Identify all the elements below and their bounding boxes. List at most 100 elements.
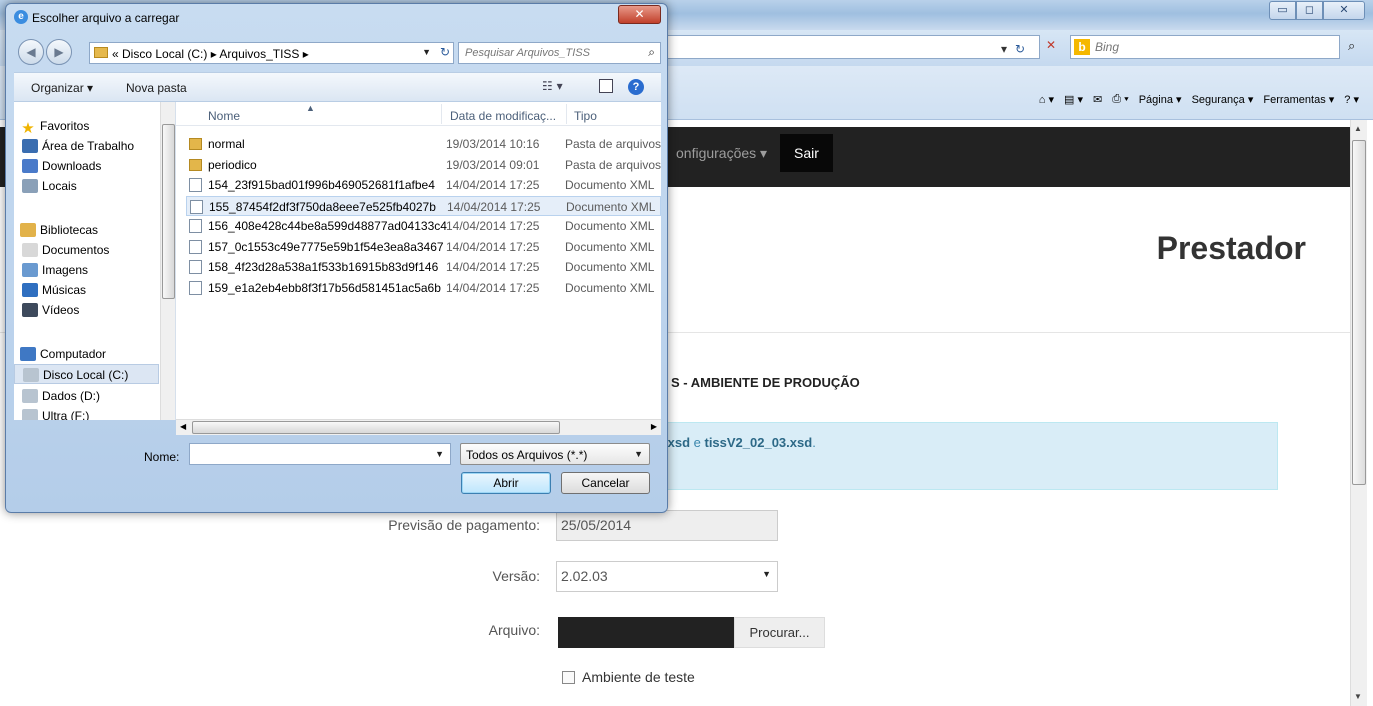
help-icon[interactable]: ? ▾ xyxy=(1344,93,1359,106)
dialog-search-placeholder: Pesquisar Arquivos_TISS xyxy=(465,47,590,59)
column-separator[interactable] xyxy=(441,104,442,124)
feeds-icon[interactable]: ▤ ▾ xyxy=(1064,93,1083,106)
nav-item[interactable]: Área de Trabalho xyxy=(14,136,159,156)
nav-item[interactable]: Documentos xyxy=(14,240,159,260)
nav-item[interactable]: Vídeos xyxy=(14,300,159,320)
scroll-up-icon[interactable]: ▲ xyxy=(1354,124,1362,133)
file-date: 14/04/2014 17:25 xyxy=(446,219,540,233)
cancelar-button[interactable]: Cancelar xyxy=(561,472,650,494)
nav-item-label: Ultra (F:) xyxy=(42,409,90,420)
dialog-bottom: Nome: ▼ Todos os Arquivos (*.*) ▼ Abrir … xyxy=(14,434,661,506)
preview-pane-icon[interactable] xyxy=(599,79,613,93)
nav-item[interactable]: Imagens xyxy=(14,260,159,280)
ferramentas-menu[interactable]: Ferramentas ▾ xyxy=(1263,93,1334,106)
versao-select[interactable]: 2.02.03 ▼ xyxy=(556,561,778,592)
page-scrollbar[interactable]: ▲ ▼ xyxy=(1350,120,1367,706)
nav-scrollbar[interactable] xyxy=(160,102,175,420)
chevron-down-icon: ▼ xyxy=(634,449,643,459)
abrir-button[interactable]: Abrir xyxy=(461,472,551,494)
nav-item-label: Área de Trabalho xyxy=(42,139,135,153)
nova-pasta-button[interactable]: Nova pasta xyxy=(126,81,187,95)
dialog-close-icon[interactable]: ✕ xyxy=(618,5,661,24)
refresh-icon[interactable]: ↻ xyxy=(440,45,450,59)
pictures-icon xyxy=(22,263,38,277)
chevron-down-icon: ▼ xyxy=(762,569,771,579)
downloads-icon xyxy=(22,159,38,173)
help-icon[interactable]: ? xyxy=(628,79,644,95)
pagina-menu[interactable]: Página ▾ xyxy=(1139,93,1182,106)
file-name: 154_23f915bad01f996b469052681f1afbe4 xyxy=(208,178,435,192)
column-separator[interactable] xyxy=(566,104,567,124)
versao-label: Versão: xyxy=(492,568,540,584)
file-row[interactable]: 158_4f23d28a538a1f533b16915b83d9f146 14/0… xyxy=(186,257,661,277)
nav-item[interactable]: Ultra (F:) xyxy=(14,406,159,420)
chevron-down-icon[interactable]: ▼ xyxy=(435,449,444,459)
xml-file-icon xyxy=(190,199,203,214)
organizar-button[interactable]: Organizar ▾ xyxy=(31,81,93,95)
view-options-icon[interactable]: ☷ ▾ xyxy=(542,79,563,93)
path-breadcrumb[interactable]: « Disco Local (C:) ▸ Arquivos_TISS ▸ ▼ ↻ xyxy=(89,42,454,64)
file-row[interactable]: periodico 19/03/2014 09:01 Pasta de arquiv… xyxy=(186,155,661,175)
home-icon[interactable]: ⌂ ▾ xyxy=(1039,93,1054,106)
file-type-value: Todos os Arquivos (*.*) xyxy=(466,448,588,462)
nome-label: Nome: xyxy=(144,450,180,464)
close-window-icon[interactable]: ✕ xyxy=(1323,1,1365,20)
file-type: Documento XML xyxy=(565,280,655,295)
column-nome[interactable]: Nome xyxy=(208,109,240,123)
nav-item[interactable]: Locais xyxy=(14,176,159,196)
file-row[interactable]: normal 19/03/2014 10:16 Pasta de arquivos xyxy=(186,134,661,154)
mail-icon[interactable]: ✉ xyxy=(1093,93,1102,106)
nav-item[interactable]: ★ Favoritos xyxy=(14,116,159,136)
stop-icon[interactable]: ✕ xyxy=(1046,38,1056,52)
maximize-icon[interactable]: ◻ xyxy=(1296,1,1323,20)
breadcrumb[interactable]: « Disco Local (C:) ▸ Arquivos_TISS ▸ xyxy=(112,47,309,61)
search-icon[interactable]: ⌕ xyxy=(648,45,655,60)
file-row[interactable]: 155_87454f2df3f750da8eee7e525fb4027b 14/0… xyxy=(186,195,661,216)
seguranca-menu[interactable]: Segurança ▾ xyxy=(1192,93,1254,106)
file-list-hscrollbar[interactable]: ◀ ▶ xyxy=(176,419,661,435)
dialog-search-input[interactable]: Pesquisar Arquivos_TISS ⌕ xyxy=(458,42,661,64)
nav-item[interactable]: Dados (D:) xyxy=(14,386,159,406)
nav-item[interactable]: Computador xyxy=(14,344,159,364)
scroll-down-icon[interactable]: ▼ xyxy=(1354,692,1362,701)
nav-item[interactable]: Músicas xyxy=(14,280,159,300)
file-row[interactable]: 159_e1a2eb4ebb8f3f17b56d581451ac5a6b 14/0… xyxy=(186,278,661,298)
nav-scroll-thumb[interactable] xyxy=(162,124,175,299)
print-icon[interactable]: ⎙ ▾ xyxy=(1112,93,1128,106)
nav-item[interactable]: Disco Local (C:) xyxy=(14,364,159,384)
browser-search-input[interactable]: b Bing xyxy=(1070,35,1340,59)
nav-configuracoes[interactable]: onfigurações ▾ xyxy=(676,145,767,162)
scroll-right-icon[interactable]: ▶ xyxy=(651,422,657,431)
address-field[interactable]: ▾ ↻ xyxy=(660,35,1040,59)
address-dropdown-icon[interactable]: ▾ xyxy=(1001,42,1007,56)
file-row[interactable]: 157_0c1553c49e7775e59b1f54e3ea8a3467 14/0… xyxy=(186,237,661,257)
chevron-down-icon[interactable]: ▼ xyxy=(422,47,431,57)
videos-icon xyxy=(22,303,38,317)
minimize-icon[interactable]: ▭ xyxy=(1269,1,1296,20)
refresh-icon[interactable]: ↻ xyxy=(1015,42,1025,56)
drive-icon xyxy=(23,368,39,382)
forward-icon[interactable]: ▶ xyxy=(46,39,72,65)
ambiente-teste-checkbox[interactable] xyxy=(562,671,575,684)
file-row[interactable]: 154_23f915bad01f996b469052681f1afbe4 14/0… xyxy=(186,175,661,195)
nav-item[interactable]: Bibliotecas xyxy=(14,220,159,240)
page-scroll-thumb[interactable] xyxy=(1352,140,1366,485)
search-icon[interactable]: ⌕ xyxy=(1348,39,1355,54)
file-type: Documento XML xyxy=(565,239,655,254)
file-type: Pasta de arquivos xyxy=(565,137,661,151)
hscroll-thumb[interactable] xyxy=(192,421,560,434)
nav-item[interactable]: Downloads xyxy=(14,156,159,176)
file-row[interactable]: 156_408e428c44be8a599d48877ad04133c4 14/0… xyxy=(186,216,661,236)
column-tipo[interactable]: Tipo xyxy=(574,109,597,123)
nav-sair[interactable]: Sair xyxy=(780,134,833,172)
scroll-left-icon[interactable]: ◀ xyxy=(180,422,186,431)
pagamento-field: 25/05/2014 xyxy=(556,510,778,541)
column-data[interactable]: Data de modificaç... xyxy=(450,109,556,123)
file-input-display[interactable] xyxy=(558,617,734,648)
procurar-button[interactable]: Procurar... xyxy=(734,617,825,648)
back-icon[interactable]: ◀ xyxy=(18,39,44,65)
file-name-input[interactable]: ▼ xyxy=(189,443,451,465)
file-date: 14/04/2014 17:25 xyxy=(446,239,540,254)
file-type-select[interactable]: Todos os Arquivos (*.*) ▼ xyxy=(460,443,650,465)
xml-file-icon xyxy=(189,239,202,254)
